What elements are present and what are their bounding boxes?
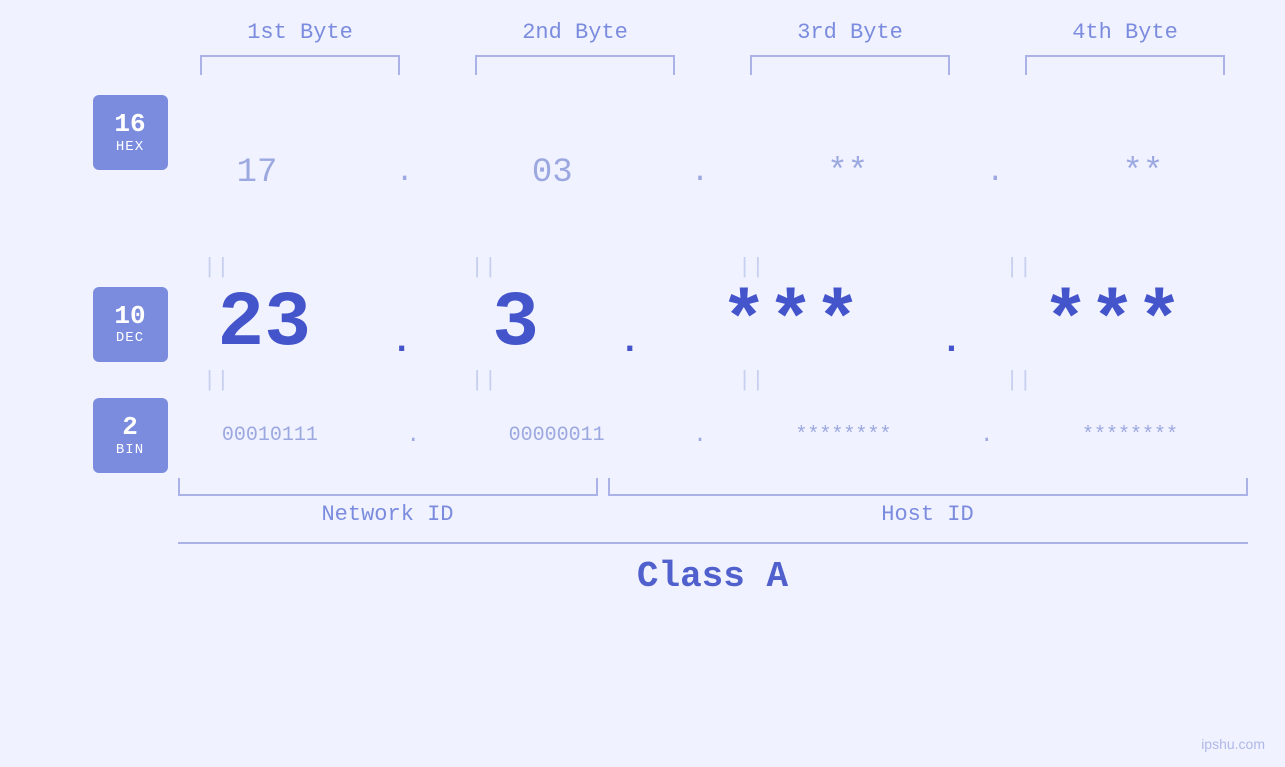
bracket-b3 — [750, 55, 950, 75]
dec-badge-num: 10 — [114, 302, 145, 331]
network-id-label: Network ID — [178, 502, 598, 527]
dec-d2: . — [619, 321, 641, 362]
class-line — [178, 542, 1248, 544]
equals-row-1: || || || || — [83, 255, 1153, 280]
eq1-b1: || — [106, 255, 326, 280]
main-container: 1st Byte 2nd Byte 3rd Byte 4th Byte 16 H… — [0, 0, 1285, 767]
dec-d1: . — [391, 321, 413, 362]
eq2-b2: || — [374, 368, 594, 393]
hex-badge-col: 16 HEX — [83, 95, 178, 250]
bin-d2: . — [693, 423, 706, 448]
dec-d3: . — [941, 321, 963, 362]
dec-b4: *** — [1042, 285, 1182, 363]
hex-b1: 17 — [237, 154, 278, 192]
bin-d3: . — [980, 423, 993, 448]
network-bracket — [178, 478, 598, 496]
bin-d1: . — [407, 423, 420, 448]
dec-values-row: 23 . 3 . *** . *** — [178, 285, 1223, 363]
bottom-section: Network ID Host ID — [83, 478, 1223, 527]
host-bracket — [608, 478, 1248, 496]
hex-values-row: 17 . 03 . ** . ** — [178, 154, 1223, 192]
hex-row: 16 HEX 17 . 03 . ** . ** — [83, 95, 1223, 250]
byte2-header: 2nd Byte — [465, 20, 685, 45]
hex-b2: 03 — [532, 154, 573, 192]
class-section: Class A — [178, 542, 1248, 597]
bin-b1: 00010111 — [222, 424, 318, 447]
dec-badge-label: DEC — [116, 330, 144, 346]
watermark: ipshu.com — [1201, 736, 1265, 752]
eq2-b4: || — [909, 368, 1129, 393]
equals-row-2: || || || || — [83, 368, 1153, 393]
byte3-header: 3rd Byte — [740, 20, 960, 45]
host-id-label: Host ID — [608, 502, 1248, 527]
byte-headers: 1st Byte 2nd Byte 3rd Byte 4th Byte — [163, 20, 1263, 45]
bracket-b1 — [200, 55, 400, 75]
eq2-b1: || — [106, 368, 326, 393]
hex-b3: ** — [827, 154, 868, 192]
byte4-header: 4th Byte — [1015, 20, 1235, 45]
bin-b4: ******** — [1082, 424, 1178, 447]
class-label: Class A — [178, 556, 1248, 597]
hex-badge-label: HEX — [116, 139, 144, 155]
hex-badge-num: 16 — [114, 110, 145, 139]
hex-badge: 16 HEX — [93, 95, 168, 170]
eq2-b3: || — [641, 368, 861, 393]
bracket-b2 — [475, 55, 675, 75]
hex-d3: . — [986, 156, 1004, 190]
top-brackets — [163, 55, 1263, 75]
bottom-labels: Network ID Host ID — [178, 502, 1248, 527]
dec-b1: 23 — [217, 285, 311, 363]
eq1-b4: || — [909, 255, 1129, 280]
dec-badge: 10 DEC — [93, 287, 168, 362]
bracket-b4 — [1025, 55, 1225, 75]
bin-badge-num: 2 — [122, 413, 138, 442]
dec-b3: *** — [720, 285, 860, 363]
bin-row: 2 BIN 00010111 . 00000011 . ******** . *… — [83, 398, 1223, 473]
bin-badge-col: 2 BIN — [83, 398, 178, 473]
eq1-b2: || — [374, 255, 594, 280]
bin-badge: 2 BIN — [93, 398, 168, 473]
hex-d1: . — [396, 156, 414, 190]
bin-b2: 00000011 — [509, 424, 605, 447]
bin-values-row: 00010111 . 00000011 . ******** . *******… — [178, 423, 1223, 448]
eq1-b3: || — [641, 255, 861, 280]
hex-d2: . — [691, 156, 709, 190]
hex-b4: ** — [1123, 154, 1164, 192]
bottom-brackets — [178, 478, 1248, 496]
dec-b2: 3 — [492, 285, 539, 363]
byte1-header: 1st Byte — [190, 20, 410, 45]
bin-badge-label: BIN — [116, 442, 144, 458]
rows-container: 16 HEX 17 . 03 . ** . ** || || || || — [83, 95, 1223, 597]
dec-badge-col: 10 DEC — [83, 287, 178, 362]
bin-b3: ******** — [795, 424, 891, 447]
dec-row: 10 DEC 23 . 3 . *** . *** — [83, 285, 1223, 363]
